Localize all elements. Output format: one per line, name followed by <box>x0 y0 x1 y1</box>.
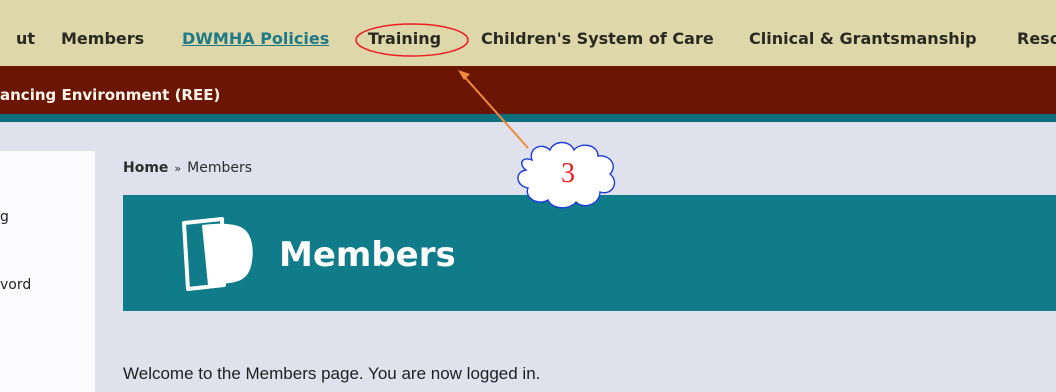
breadcrumb-home-link[interactable]: Home <box>123 160 168 176</box>
breadcrumb-current: Members <box>187 160 253 176</box>
top-navigation: ut Members DWMHA Policies Training Child… <box>0 0 1056 66</box>
nav-item-about[interactable]: ut <box>16 29 35 48</box>
page-title: Members <box>279 235 456 275</box>
nav-item-resources[interactable]: Reso <box>1017 29 1056 48</box>
breadcrumb-separator: » <box>174 162 182 175</box>
site-banner: ancing Environment (REE) <box>0 66 1056 122</box>
nav-item-childrens-system-of-care[interactable]: Children's System of Care <box>481 29 714 48</box>
nav-item-clinical-grantsmanship[interactable]: Clinical & Grantsmanship <box>749 29 977 48</box>
banner-text: ancing Environment (REE) <box>0 86 221 104</box>
members-logo-icon <box>182 217 253 291</box>
sidebar-item-password[interactable]: vord <box>0 277 31 293</box>
nav-item-members[interactable]: Members <box>61 29 144 48</box>
nav-item-dwmha-policies[interactable]: DWMHA Policies <box>182 29 329 48</box>
nav-item-training[interactable]: Training <box>368 29 441 48</box>
breadcrumb: Home » Members <box>123 160 252 176</box>
callout-number: 3 <box>561 158 575 189</box>
left-sidebar: g vord <box>0 151 95 392</box>
page-header: Members <box>123 195 1056 311</box>
sidebar-item-login[interactable]: g <box>0 209 9 225</box>
welcome-message: Welcome to the Members page. You are now… <box>123 364 541 383</box>
